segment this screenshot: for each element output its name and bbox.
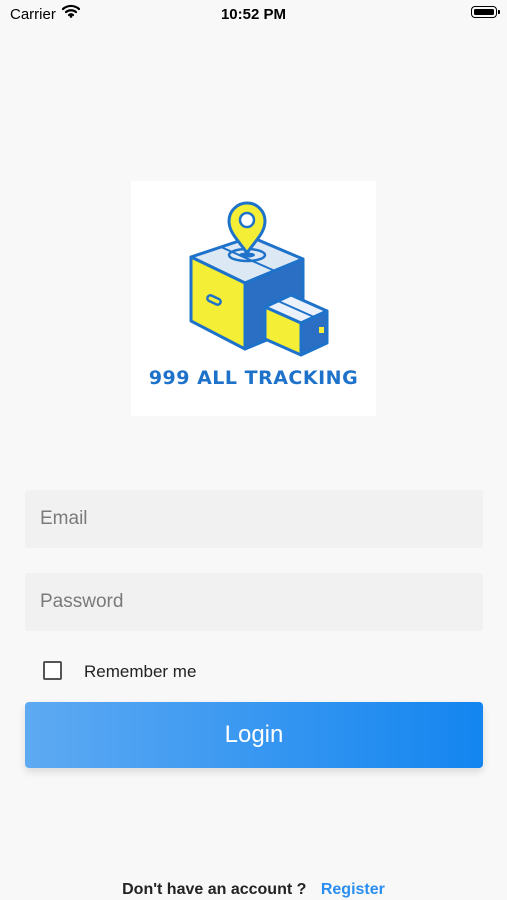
app-logo: 999 ALL TRACKING (131, 181, 376, 416)
remember-me-label: Remember me (84, 662, 197, 681)
remember-me-checkbox[interactable] (43, 661, 62, 680)
register-prompt: Don't have an account ? Register (0, 881, 507, 899)
register-question: Don't have an account ? (122, 881, 307, 898)
status-time: 10:52 PM (220, 6, 287, 23)
box-location-logo-icon (189, 201, 329, 357)
login-button[interactable]: Login (25, 702, 483, 768)
battery-icon (471, 6, 500, 18)
register-link[interactable]: Register (321, 881, 385, 898)
email-field[interactable] (25, 490, 483, 548)
password-field[interactable] (25, 573, 483, 631)
logo-text: 999 ALL TRACKING (148, 367, 359, 389)
status-bar: Carrier 10:52 PM (0, 0, 507, 30)
